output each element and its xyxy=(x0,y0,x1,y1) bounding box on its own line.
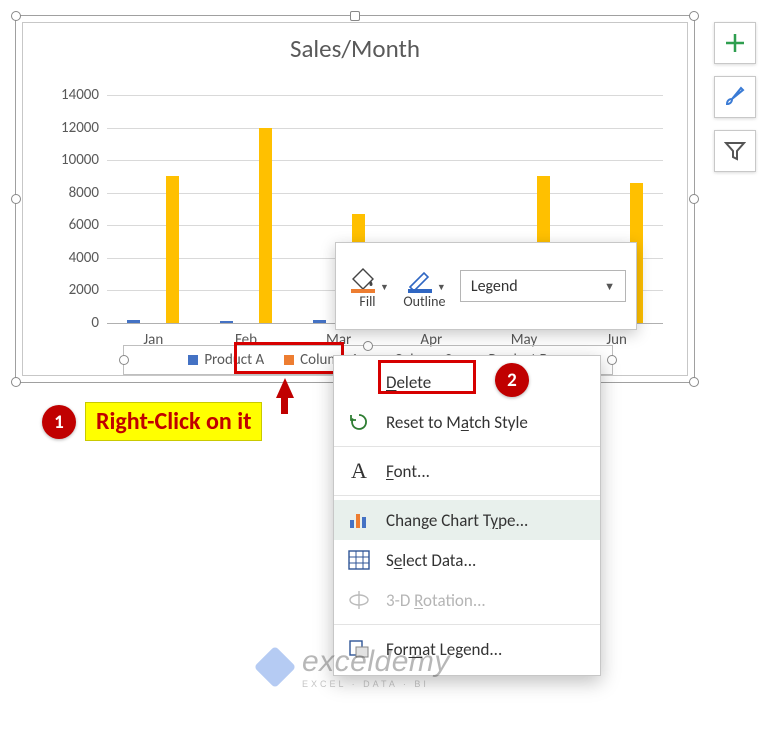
y-tick-label: 8000 xyxy=(69,184,99,202)
annotation-badge-2: 2 xyxy=(495,363,529,397)
watermark-tagline: EXCEL · DATA · BI xyxy=(302,679,450,689)
resize-handle-w[interactable] xyxy=(11,194,21,204)
select-data-icon xyxy=(346,549,372,571)
chart-bar[interactable] xyxy=(259,128,272,323)
y-tick-label: 4000 xyxy=(69,249,99,267)
y-tick-label: 14000 xyxy=(61,86,99,104)
resize-handle-ne[interactable] xyxy=(689,11,699,21)
filter-icon xyxy=(724,140,746,162)
fill-label: Fill xyxy=(359,293,375,310)
menu-separator xyxy=(334,446,600,447)
ctx-select-data[interactable]: Select Data... xyxy=(334,540,600,580)
y-tick-label: 6000 xyxy=(69,216,99,234)
menu-separator xyxy=(334,624,600,625)
chart-bar[interactable] xyxy=(127,320,140,323)
ctx-reset-to-match-style[interactable]: Reset to Match Style xyxy=(334,402,600,442)
chart-title[interactable]: Sales/Month xyxy=(23,33,687,64)
chart-bar[interactable] xyxy=(220,321,233,323)
gridline xyxy=(107,128,663,129)
chart-elements-button[interactable] xyxy=(714,22,756,64)
chevron-down-icon: ▼ xyxy=(437,282,446,293)
fill-button[interactable]: ▼ Fill xyxy=(346,263,389,310)
legend-swatch xyxy=(284,355,294,365)
ctx-label: Select Data... xyxy=(386,550,476,571)
ctx-change-chart-type[interactable]: Change Chart Type... xyxy=(334,500,600,540)
mini-toolbar: ▼ Fill ▼ Outline Legend ▼ xyxy=(335,242,637,330)
brush-icon xyxy=(722,84,748,110)
chart-element-selector[interactable]: Legend ▼ xyxy=(460,270,626,302)
y-tick-label: 10000 xyxy=(61,151,99,169)
gridline xyxy=(107,225,663,226)
resize-handle-e[interactable] xyxy=(689,194,699,204)
legend-item-product-a[interactable]: Product A xyxy=(188,351,264,369)
watermark-logo-icon xyxy=(254,646,296,688)
ctx-label: Reset to Match Style xyxy=(386,412,528,433)
ctx-label: Change Chart Type... xyxy=(386,510,528,531)
chart-bar[interactable] xyxy=(313,320,326,323)
y-tick-label: 0 xyxy=(91,314,99,332)
legend-handle-e[interactable] xyxy=(607,355,617,365)
paint-bucket-icon xyxy=(346,263,378,293)
legend-handle-n[interactable] xyxy=(363,341,373,351)
selector-value: Legend xyxy=(471,277,518,296)
annotation-callout: Right-Click on it xyxy=(85,402,262,441)
blank-icon xyxy=(346,371,372,393)
font-icon: A xyxy=(346,460,372,482)
annotation-arrow-icon xyxy=(276,378,294,398)
resize-handle-n[interactable] xyxy=(350,11,360,21)
gridline xyxy=(107,160,663,161)
outline-button[interactable]: ▼ Outline xyxy=(403,263,446,310)
legend-swatch xyxy=(188,355,198,365)
plus-icon xyxy=(723,31,747,55)
ctx-3d-rotation: 3-D Rotation... xyxy=(334,580,600,620)
y-tick-label: 12000 xyxy=(61,119,99,137)
legend-handle-w[interactable] xyxy=(119,355,129,365)
annotation-badge-1: 1 xyxy=(42,405,76,439)
context-menu: Delete Reset to Match Style A Font... Ch… xyxy=(333,355,601,676)
ctx-label: Delete xyxy=(386,372,431,393)
resize-handle-sw[interactable] xyxy=(11,377,21,387)
ctx-label: Font... xyxy=(386,461,430,482)
legend-label: Product A xyxy=(204,351,264,369)
chart-type-icon xyxy=(346,509,372,531)
chart-filters-button[interactable] xyxy=(714,130,756,172)
chevron-down-icon: ▼ xyxy=(380,282,389,293)
resize-handle-se[interactable] xyxy=(689,377,699,387)
menu-separator xyxy=(334,495,600,496)
annotation-arrow-stem xyxy=(281,396,288,414)
gridline xyxy=(107,95,663,96)
ctx-delete[interactable]: Delete xyxy=(334,362,600,402)
gridline xyxy=(107,193,663,194)
pen-icon xyxy=(403,263,435,293)
watermark-brand: exceldemy xyxy=(302,645,450,679)
rotate-3d-icon xyxy=(346,589,372,611)
ctx-font[interactable]: A Font... xyxy=(334,451,600,491)
watermark: exceldemy EXCEL · DATA · BI xyxy=(260,645,450,689)
resize-handle-nw[interactable] xyxy=(11,11,21,21)
chevron-down-icon: ▼ xyxy=(604,280,615,293)
y-tick-label: 2000 xyxy=(69,281,99,299)
ctx-label: 3-D Rotation... xyxy=(386,590,486,611)
outline-label: Outline xyxy=(403,293,445,310)
chart-styles-button[interactable] xyxy=(714,76,756,118)
chart-bar[interactable] xyxy=(166,176,179,323)
reset-icon xyxy=(346,411,372,433)
